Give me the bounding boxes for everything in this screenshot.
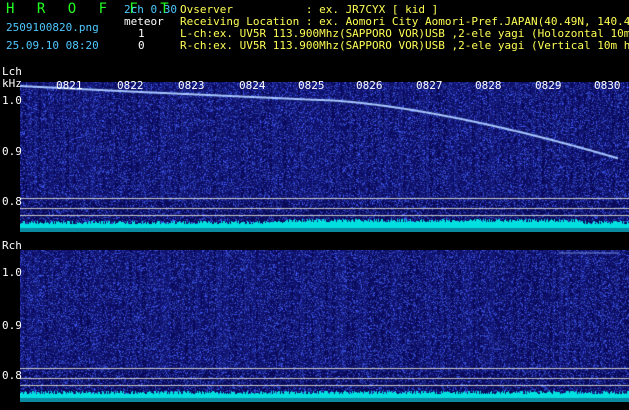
lch-ytick: 0.8 bbox=[2, 195, 22, 208]
time-tick: 0830 bbox=[594, 79, 621, 92]
time-tick: 0826 bbox=[356, 79, 383, 92]
lch-ytick: 1.0 bbox=[2, 94, 22, 107]
spectrogram-window: H R O F F T 2ch 0.30 2509100820.png mete… bbox=[0, 0, 629, 410]
time-tick: 0829 bbox=[535, 79, 562, 92]
meteor-count-rch: 0 bbox=[138, 39, 145, 52]
rch-label: Rch bbox=[2, 239, 22, 252]
lch-ytick: 0.9 bbox=[2, 145, 22, 158]
rch-ytick: 0.8 bbox=[2, 369, 22, 382]
datetime-label: 25.09.10 08:20 bbox=[6, 39, 99, 52]
time-tick: 0828 bbox=[475, 79, 502, 92]
rch-ytick: 0.9 bbox=[2, 319, 22, 332]
filename-label: 2509100820.png bbox=[6, 21, 99, 34]
lch-label: Lch bbox=[2, 65, 22, 78]
time-tick: 0822 bbox=[117, 79, 144, 92]
time-tick: 0825 bbox=[298, 79, 325, 92]
rch-spectrogram bbox=[20, 250, 629, 402]
time-tick: 0823 bbox=[178, 79, 205, 92]
time-tick: 0824 bbox=[239, 79, 266, 92]
lch-spectrogram bbox=[20, 82, 629, 232]
time-tick: 0821 bbox=[56, 79, 83, 92]
lch-unit-label: kHz bbox=[2, 77, 22, 90]
rch-receiver-info: R-ch:ex. UV5R 113.900Mhz(SAPPORO VOR)USB… bbox=[180, 39, 629, 52]
rch-ytick: 1.0 bbox=[2, 266, 22, 279]
time-tick: 0827 bbox=[416, 79, 443, 92]
